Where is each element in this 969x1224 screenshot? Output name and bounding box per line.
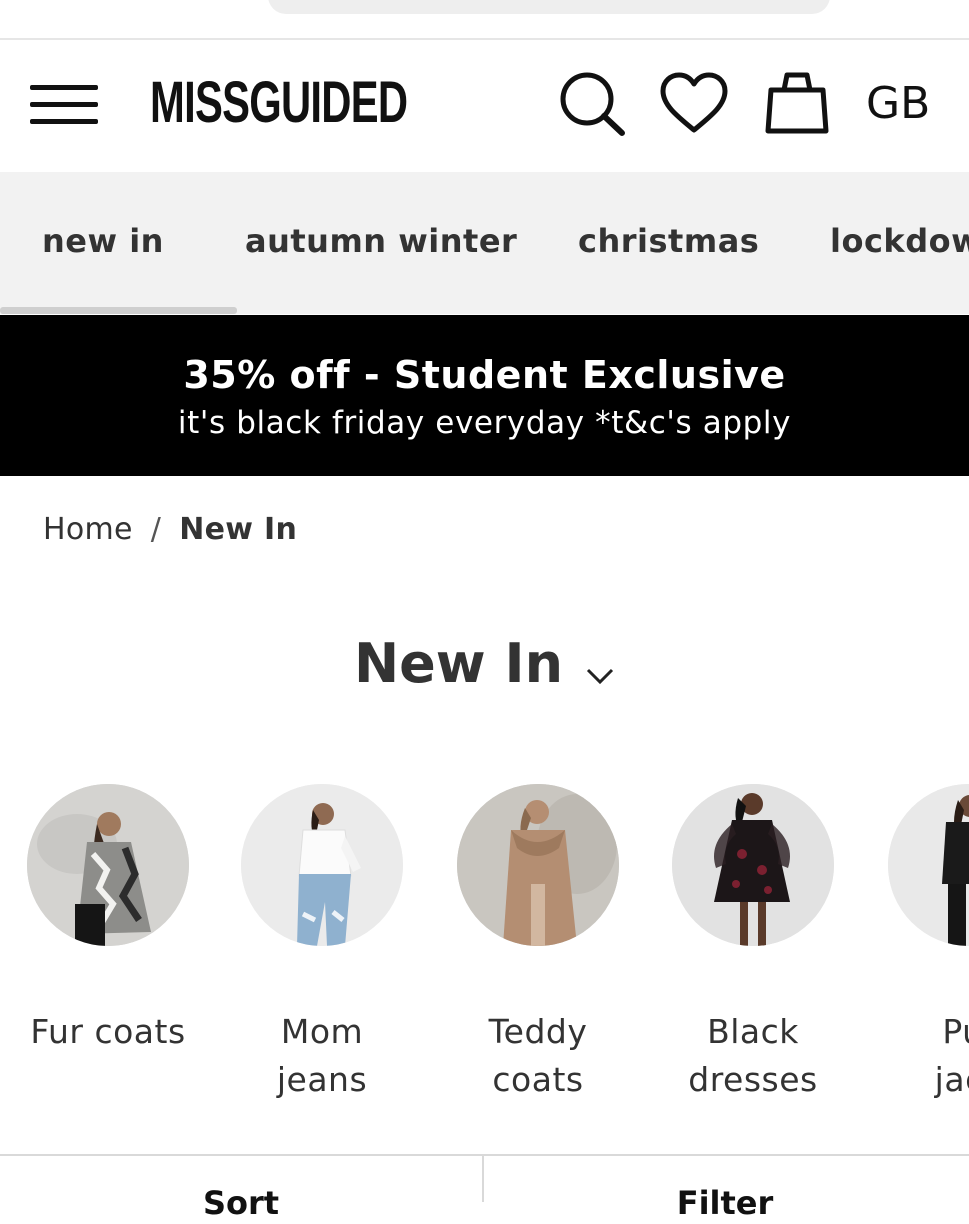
category-label-line: Puf bbox=[942, 1012, 969, 1051]
page-title-dropdown[interactable]: New In bbox=[0, 632, 969, 699]
site-logo[interactable]: MISSGUIDED bbox=[150, 68, 408, 138]
country-selector[interactable]: GB bbox=[866, 78, 930, 130]
page-title: New In bbox=[353, 632, 564, 695]
browser-top-strip bbox=[0, 0, 969, 40]
category-label-line: coats bbox=[492, 1060, 584, 1099]
category-label: Black dresses bbox=[645, 1008, 861, 1104]
category-label-line: jeans bbox=[276, 1060, 368, 1099]
chevron-down-icon bbox=[585, 636, 615, 699]
sort-filter-bar: Sort Filter bbox=[0, 1154, 969, 1222]
category-label: Mom jeans bbox=[214, 1008, 430, 1104]
breadcrumb: Home / New In bbox=[43, 512, 297, 547]
breadcrumb-current: New In bbox=[179, 512, 298, 547]
category-image-mom-jeans bbox=[241, 784, 403, 946]
heart-icon[interactable] bbox=[659, 70, 729, 136]
nav-item-autumn-winter[interactable]: autumn winter bbox=[245, 222, 517, 260]
category-mom-jeans[interactable]: Mom jeans bbox=[214, 784, 430, 1104]
category-image-puffer-jackets bbox=[888, 784, 969, 946]
category-carousel: Fur coats Mom jeans Teddy coats Black dr… bbox=[0, 784, 969, 1124]
category-label-line: Teddy bbox=[488, 1012, 588, 1051]
promo-title: 35% off - Student Exclusive bbox=[183, 353, 786, 397]
hamburger-menu-icon[interactable] bbox=[30, 83, 98, 127]
category-label-line: Black bbox=[707, 1012, 799, 1051]
category-label-line: Fur coats bbox=[30, 1012, 186, 1051]
category-label-line: Mom bbox=[280, 1012, 364, 1051]
category-image-fur-coats bbox=[27, 784, 189, 946]
nav-item-new-in[interactable]: new in bbox=[42, 222, 164, 260]
category-teddy-coats[interactable]: Teddy coats bbox=[430, 784, 646, 1104]
filter-button[interactable]: Filter bbox=[484, 1184, 966, 1224]
promo-banner[interactable]: 35% off - Student Exclusive it's black f… bbox=[0, 315, 969, 476]
nav-active-indicator bbox=[0, 307, 237, 314]
category-label-line: dresses bbox=[688, 1060, 818, 1099]
browser-address-bar[interactable] bbox=[268, 0, 830, 14]
category-image-black-dresses bbox=[672, 784, 834, 946]
category-label: Puf jack bbox=[861, 1008, 969, 1104]
category-puffer-jackets[interactable]: Puf jack bbox=[861, 784, 969, 1104]
search-icon[interactable] bbox=[556, 70, 626, 136]
breadcrumb-home-link[interactable]: Home bbox=[43, 512, 133, 547]
category-nav: new in autumn winter christmas lockdow bbox=[0, 172, 969, 314]
category-label: Fur coats bbox=[0, 1008, 216, 1056]
category-black-dresses[interactable]: Black dresses bbox=[645, 784, 861, 1104]
nav-item-christmas[interactable]: christmas bbox=[578, 222, 759, 260]
promo-subtitle: it's black friday everyday *t&c's apply bbox=[177, 405, 792, 441]
category-fur-coats[interactable]: Fur coats bbox=[0, 784, 216, 1056]
shopping-bag-icon[interactable] bbox=[762, 70, 832, 136]
nav-item-lockdown[interactable]: lockdow bbox=[830, 222, 969, 260]
category-label-line: jack bbox=[934, 1060, 969, 1099]
category-label: Teddy coats bbox=[430, 1008, 646, 1104]
category-image-teddy-coats bbox=[457, 784, 619, 946]
sort-button[interactable]: Sort bbox=[0, 1184, 482, 1224]
breadcrumb-separator: / bbox=[150, 512, 162, 547]
